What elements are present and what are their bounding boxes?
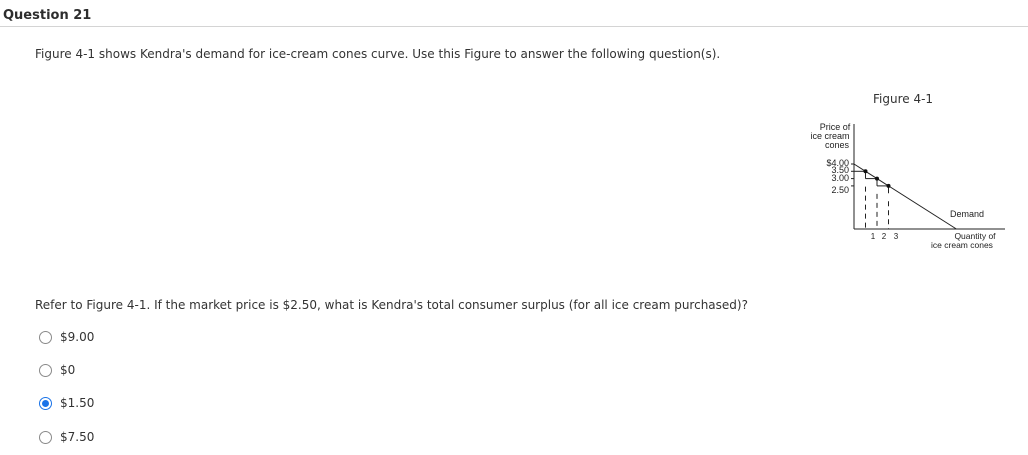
x-label-line-2: ice cream cones xyxy=(931,240,993,250)
data-point xyxy=(875,176,879,181)
question-title: Question 21 xyxy=(3,8,92,23)
question-intro: Figure 4-1 shows Kendra's demand for ice… xyxy=(35,47,721,61)
y-label-line-3: cones xyxy=(825,140,850,150)
answer-option-1[interactable]: $9.00 xyxy=(39,329,94,345)
answer-option-4[interactable]: $7.50 xyxy=(39,429,94,445)
demand-chart: Price of ice cream cones $4.00 3.50 3.00… xyxy=(810,122,1005,250)
radio-button[interactable] xyxy=(39,396,52,410)
question-prompt: Refer to Figure 4-1. If the market price… xyxy=(35,298,748,312)
option-label: $1.50 xyxy=(60,396,95,410)
option-label: $7.50 xyxy=(60,430,95,444)
answer-option-3[interactable]: $1.50 xyxy=(39,395,94,411)
radio-button[interactable] xyxy=(39,330,52,344)
demand-label: Demand xyxy=(950,209,984,219)
data-point xyxy=(863,169,868,174)
answer-option-2[interactable]: $0 xyxy=(39,362,75,378)
y-tick-label: 2.50 xyxy=(831,185,849,195)
x-tick-label: 3 xyxy=(894,232,899,241)
radio-button[interactable] xyxy=(39,363,52,377)
y-tick-label: 3.00 xyxy=(831,173,849,183)
data-point xyxy=(886,183,891,188)
option-label: $0 xyxy=(60,363,76,377)
x-tick-label: 2 xyxy=(882,232,887,241)
demand-curve xyxy=(853,163,957,230)
x-tick-label: 1 xyxy=(871,232,876,241)
option-label: $9.00 xyxy=(60,330,95,344)
question-header: Question 21 xyxy=(0,0,1028,27)
figure-caption: Figure 4-1 xyxy=(873,92,934,106)
radio-button[interactable] xyxy=(39,430,52,444)
